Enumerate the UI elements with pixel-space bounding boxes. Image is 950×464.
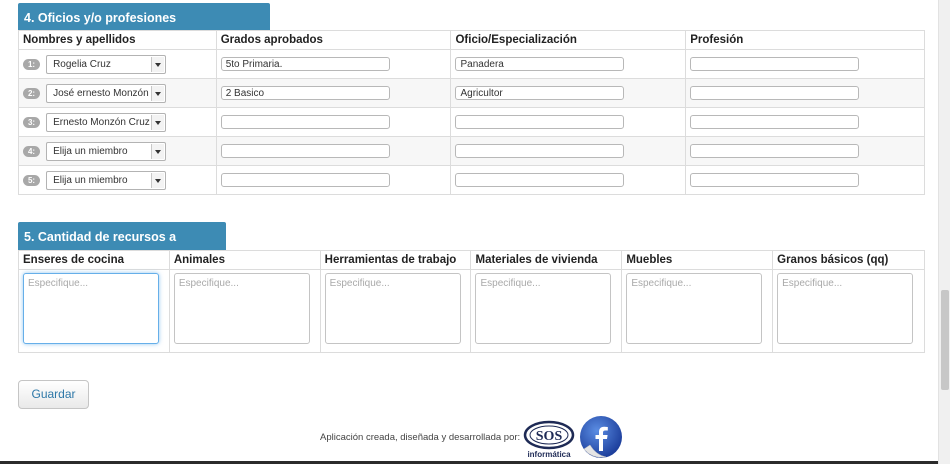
member-select[interactable]: José ernesto Monzón <box>46 83 167 103</box>
table-header-row: Nombres y apellidos Grados aprobados Ofi… <box>18 30 925 50</box>
sos-logo-subtext: informática <box>527 450 571 459</box>
materiales-textarea[interactable] <box>475 273 612 344</box>
grados-cell <box>215 78 452 108</box>
member-select-value: José ernesto Monzón <box>53 87 149 99</box>
chevron-down-icon[interactable] <box>151 114 165 130</box>
table-row: 1: Rogelia Cruz <box>18 49 925 79</box>
table-row: 2: José ernesto Monzón <box>18 78 925 108</box>
chevron-down-icon[interactable] <box>151 85 165 101</box>
animales-textarea[interactable] <box>173 273 310 344</box>
sos-logo[interactable]: SOS informática <box>522 420 576 460</box>
table-row <box>18 269 925 353</box>
granos-textarea[interactable] <box>777 273 914 344</box>
chevron-down-icon[interactable] <box>151 172 165 188</box>
table-row: 4: Elija un miembro <box>18 136 925 166</box>
table-row: 5: Elija un miembro <box>18 165 925 195</box>
row-number-badge: 1: <box>23 58 40 70</box>
oficio-input[interactable] <box>455 57 625 71</box>
column-header: Granos básicos (qq) <box>772 250 925 270</box>
row-number-badge: 3: <box>23 116 40 128</box>
grados-input[interactable] <box>220 86 390 100</box>
profesion-input[interactable] <box>690 86 860 100</box>
oficio-cell <box>450 49 687 79</box>
oficios-table: Nombres y apellidos Grados aprobados Ofi… <box>18 30 925 195</box>
scrollbar-thumb[interactable] <box>941 290 949 390</box>
oficio-input[interactable] <box>455 86 625 100</box>
member-cell: 1: Rogelia Cruz <box>18 49 217 79</box>
profesion-input[interactable] <box>690 115 860 129</box>
member-select[interactable]: Ernesto Monzón Cruz <box>46 112 167 132</box>
profesion-cell <box>685 49 925 79</box>
section-5-header: 5. Cantidad de recursos a trasladar. <box>18 222 226 274</box>
column-header: Profesión <box>685 30 925 50</box>
member-select-value: Elija un miembro <box>53 174 128 186</box>
herramientas-textarea[interactable] <box>324 273 461 344</box>
member-cell: 3: Ernesto Monzón Cruz <box>18 107 217 137</box>
profesion-input[interactable] <box>690 144 860 158</box>
herramientas-cell <box>319 269 472 353</box>
member-cell: 4: Elija un miembro <box>18 136 217 166</box>
profesion-cell <box>685 165 925 195</box>
row-number-badge: 4: <box>23 145 40 157</box>
granos-cell <box>772 269 925 353</box>
oficio-cell <box>450 107 687 137</box>
member-cell: 5: Elija un miembro <box>18 165 217 195</box>
column-header: Herramientas de trabajo <box>319 250 472 270</box>
oficio-input[interactable] <box>455 115 625 129</box>
member-select[interactable]: Rogelia Cruz <box>46 54 167 74</box>
column-header: Materiales de vivienda <box>470 250 623 270</box>
profesion-cell <box>685 107 925 137</box>
profesion-cell <box>685 78 925 108</box>
oficio-input[interactable] <box>455 173 625 187</box>
page: 4. Oficios y/o profesiones (especializac… <box>0 0 938 464</box>
member-cell: 2: José ernesto Monzón <box>18 78 217 108</box>
oficio-input[interactable] <box>455 144 625 158</box>
profesion-input[interactable] <box>690 173 860 187</box>
enseres-cell <box>18 269 170 353</box>
footer-credit-text: Aplicación creada, diseñada y desarrolla… <box>320 432 521 443</box>
grados-input[interactable] <box>220 115 390 129</box>
column-header: Enseres de cocina <box>18 250 170 270</box>
column-header: Muebles <box>621 250 774 270</box>
profesion-input[interactable] <box>690 57 860 71</box>
member-select-value: Rogelia Cruz <box>53 58 111 70</box>
vertical-scrollbar[interactable] <box>938 0 950 464</box>
row-number-badge: 5: <box>23 174 40 186</box>
animales-cell <box>168 269 321 353</box>
column-header: Animales <box>168 250 321 270</box>
grados-input[interactable] <box>220 144 390 158</box>
grados-input[interactable] <box>220 173 390 187</box>
column-header: Nombres y apellidos <box>18 30 217 50</box>
profesion-cell <box>685 136 925 166</box>
table-header-row: Enseres de cocina Animales Herramientas … <box>18 250 925 270</box>
column-header: Grados aprobados <box>215 30 452 50</box>
member-select-value: Elija un miembro <box>53 145 128 157</box>
column-header: Oficio/Especialización <box>450 30 687 50</box>
grados-cell <box>215 107 452 137</box>
sos-logo-text: SOS <box>536 429 563 444</box>
grados-cell <box>215 49 452 79</box>
member-select[interactable]: Elija un miembro <box>46 170 167 190</box>
muebles-textarea[interactable] <box>626 273 763 344</box>
oficio-cell <box>450 78 687 108</box>
row-number-badge: 2: <box>23 87 40 99</box>
member-select[interactable]: Elija un miembro <box>46 141 167 161</box>
chevron-down-icon[interactable] <box>151 56 165 72</box>
muebles-cell <box>621 269 774 353</box>
materiales-cell <box>470 269 623 353</box>
oficio-cell <box>450 136 687 166</box>
table-row: 3: Ernesto Monzón Cruz <box>18 107 925 137</box>
grados-input[interactable] <box>220 57 390 71</box>
save-button[interactable]: Guardar <box>18 380 89 409</box>
grados-cell <box>215 136 452 166</box>
recursos-table: Enseres de cocina Animales Herramientas … <box>18 250 925 353</box>
section-4-header: 4. Oficios y/o profesiones (especializac… <box>18 3 270 55</box>
oficio-cell <box>450 165 687 195</box>
enseres-textarea[interactable] <box>23 273 159 344</box>
facebook-icon[interactable] <box>578 415 624 461</box>
chevron-down-icon[interactable] <box>151 143 165 159</box>
member-select-value: Ernesto Monzón Cruz <box>53 116 150 128</box>
grados-cell <box>215 165 452 195</box>
